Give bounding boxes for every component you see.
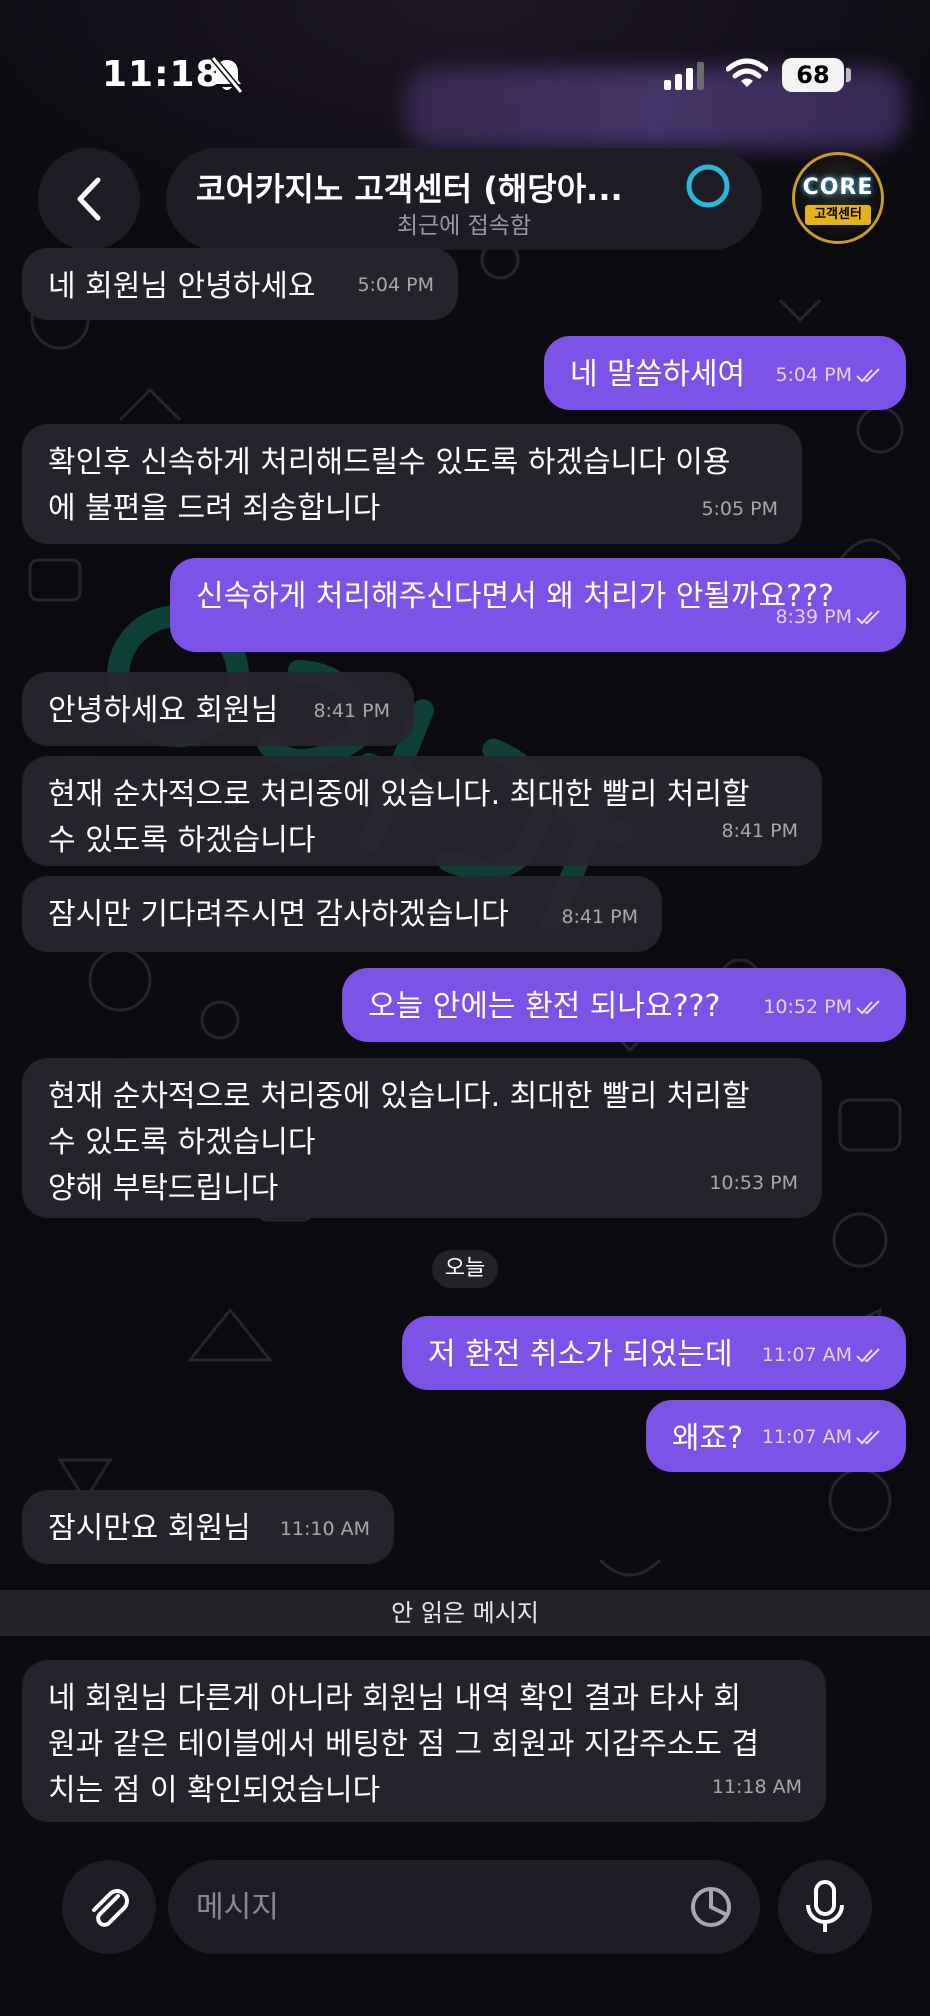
paperclip-icon <box>92 1889 129 1927</box>
message-bubble-incoming[interactable]: 네 회원님 안녕하세요 5:04 PM <box>22 248 458 320</box>
avatar-logo-text: CORE <box>802 175 874 200</box>
message-time: 11:18 AM <box>711 1776 802 1798</box>
message-bubble-outgoing[interactable]: 네 말씀하세여 5:04 PM <box>544 336 906 410</box>
double-check-icon <box>856 1000 880 1015</box>
status-time: 11:18 <box>102 54 222 95</box>
status-bar: 11:18 68 <box>0 0 930 150</box>
message-field[interactable] <box>168 1860 760 1954</box>
message-text: 잠시만 기다려주시면 감사하겠습니다 <box>48 897 509 932</box>
message-bubble-incoming[interactable]: 잠시만 기다려주시면 감사하겠습니다 8:41 PM <box>22 876 662 952</box>
wifi-icon <box>726 58 768 87</box>
message-time: 11:07 AM <box>761 1426 852 1448</box>
message-text: 현재 순차적으로 처리중에 있습니다. 최대한 빨리 처리할 수 있도록 하겠습… <box>48 1079 750 1206</box>
message-time: 10:53 PM <box>709 1172 798 1194</box>
message-time: 5:04 PM <box>775 364 852 386</box>
voice-record-button[interactable] <box>778 1860 872 1954</box>
battery-tip <box>846 68 851 82</box>
chat-title-bar[interactable]: 코어카지노 고객센터 (해당아... 최근에 접속함 <box>166 148 762 250</box>
message-bubble-outgoing[interactable]: 왜죠? 11:07 AM <box>646 1400 906 1472</box>
message-bubble-outgoing[interactable]: 신속하게 처리해주신다면서 왜 처리가 안될까요??? 8:39 PM <box>170 558 906 652</box>
message-bubble-outgoing[interactable]: 오늘 안에는 환전 되나요??? 10:52 PM <box>342 968 906 1042</box>
message-bubble-incoming[interactable]: 현재 순차적으로 처리중에 있습니다. 최대한 빨리 처리할 수 있도록 하겠습… <box>22 1058 822 1218</box>
message-bubble-incoming[interactable]: 안녕하세요 회원님 8:41 PM <box>22 672 414 746</box>
message-time: 11:07 AM <box>761 1344 852 1366</box>
loading-spinner-icon <box>686 164 730 208</box>
microphone-icon <box>806 1880 844 1932</box>
message-meta: 11:07 AM <box>762 1414 882 1460</box>
avatar[interactable]: CORE 고객센터 <box>792 152 884 244</box>
date-separator: 오늘 <box>432 1250 498 1288</box>
last-seen-status: 최근에 접속함 <box>396 213 532 239</box>
chevron-left-icon <box>77 177 101 221</box>
message-time: 8:41 PM <box>721 820 798 842</box>
message-bubble-outgoing[interactable]: 저 환전 취소가 되었는데 11:07 AM <box>402 1316 906 1390</box>
message-bubble-incoming[interactable]: 현재 순차적으로 처리중에 있습니다. 최대한 빨리 처리할 수 있도록 하겠습… <box>22 756 822 866</box>
message-time: 5:04 PM <box>357 274 434 296</box>
back-button[interactable] <box>38 148 140 250</box>
chat-screen: 11:18 68 코어카지노 고객센터 (해당아... 최근에 접속함 CORE… <box>0 0 930 2016</box>
double-check-icon <box>856 1348 880 1363</box>
message-text: 네 회원님 다른게 아니라 회원님 내역 확인 결과 타사 회 원과 같은 테이… <box>48 1681 760 1808</box>
unread-messages-banner: 안 읽은 메시지 <box>0 1590 930 1636</box>
message-text: 확인후 신속하게 처리해드릴수 있도록 하겠습니다 이용 에 불편을 드려 죄송… <box>48 445 731 526</box>
message-meta: 10:52 PM <box>763 984 882 1030</box>
message-time: 8:41 PM <box>313 700 390 722</box>
message-time: 8:39 PM <box>775 606 852 628</box>
message-bubble-incoming[interactable]: 네 회원님 다른게 아니라 회원님 내역 확인 결과 타사 회 원과 같은 테이… <box>22 1660 826 1822</box>
silent-bell-icon <box>210 56 244 94</box>
double-check-icon <box>856 1430 880 1445</box>
message-meta: 8:39 PM <box>775 594 882 640</box>
message-time: 10:52 PM <box>763 996 852 1018</box>
message-meta: 5:04 PM <box>775 352 882 398</box>
chat-title: 코어카지노 고객센터 (해당아... <box>196 170 623 208</box>
message-bubble-incoming[interactable]: 확인후 신속하게 처리해드릴수 있도록 하겠습니다 이용 에 불편을 드려 죄송… <box>22 424 802 544</box>
message-time: 5:05 PM <box>701 498 778 520</box>
message-input[interactable] <box>196 1880 656 1934</box>
message-time: 11:10 AM <box>279 1518 370 1540</box>
message-text: 현재 순차적으로 처리중에 있습니다. 최대한 빨리 처리할 수 있도록 하겠습… <box>48 777 750 858</box>
message-time: 8:41 PM <box>561 906 638 928</box>
sticker-icon[interactable] <box>688 1884 734 1930</box>
message-bubble-incoming[interactable]: 잠시만요 회원님 11:10 AM <box>22 1490 394 1564</box>
message-meta: 11:07 AM <box>762 1332 882 1378</box>
avatar-sub-label: 고객센터 <box>805 205 871 225</box>
cellular-signal-icon <box>664 62 704 90</box>
double-check-icon <box>856 610 880 625</box>
battery-indicator: 68 <box>782 58 844 92</box>
attach-button[interactable] <box>62 1860 156 1954</box>
double-check-icon <box>856 368 880 383</box>
